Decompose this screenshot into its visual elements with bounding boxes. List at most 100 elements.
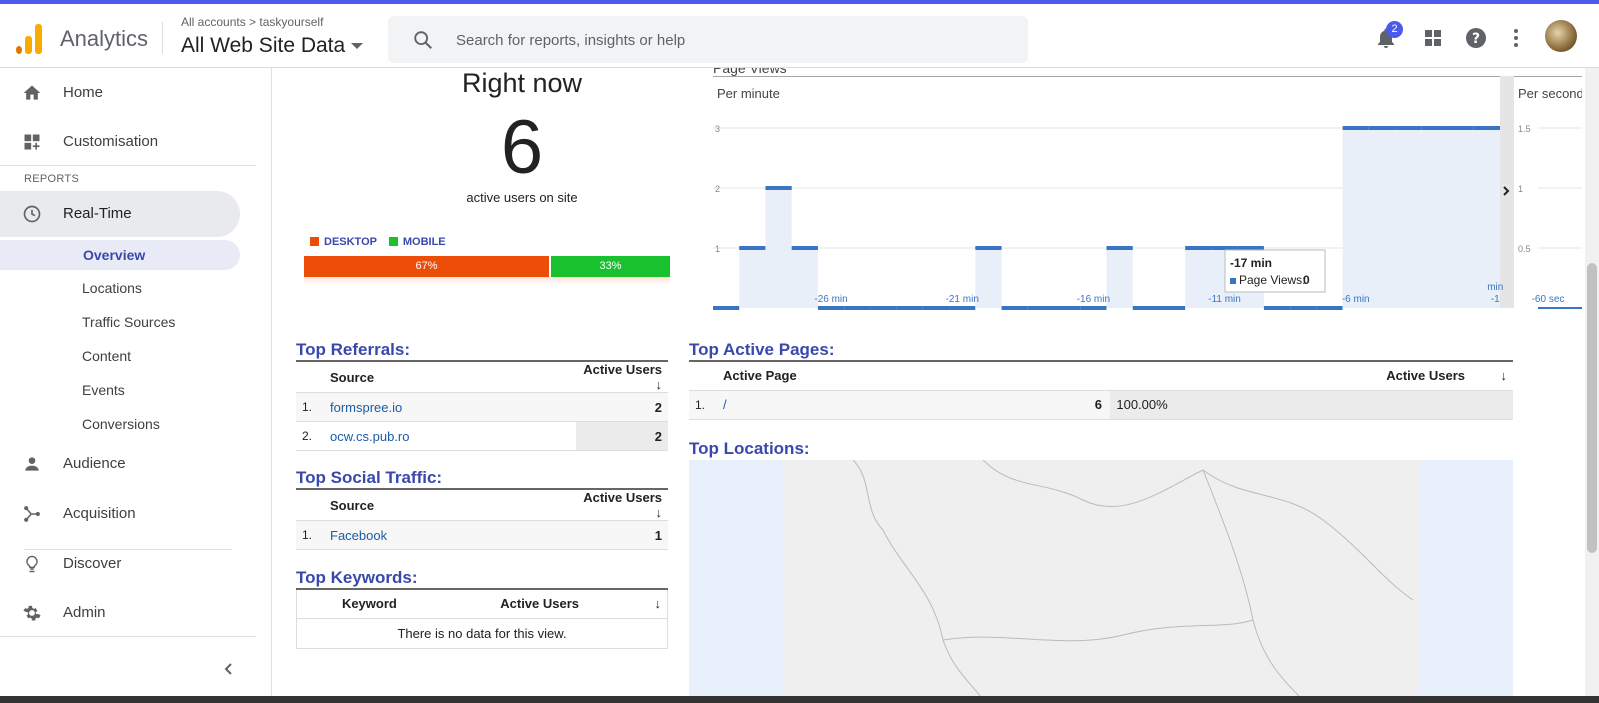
search-input[interactable]	[456, 28, 996, 52]
chevron-left-icon[interactable]	[222, 662, 236, 676]
locations-map[interactable]	[689, 459, 1513, 696]
minute-bar	[1473, 126, 1500, 130]
gear-icon	[23, 605, 41, 621]
y-tick-label: 1	[715, 244, 720, 254]
sidebar-item-audience[interactable]: Audience	[0, 441, 240, 487]
row-value: 1	[576, 520, 668, 550]
scrollbar[interactable]	[1585, 68, 1599, 696]
sidebar-item-discover[interactable]: Discover	[0, 541, 240, 587]
desktop-share[interactable]: 67%	[304, 256, 549, 277]
col-active-users[interactable]: Active Users	[1086, 361, 1493, 391]
y-tick-label: 1.5	[1518, 124, 1531, 134]
row-value: 2	[576, 421, 668, 451]
avatar[interactable]	[1545, 20, 1577, 52]
property-selector[interactable]: All Web Site Data	[181, 34, 364, 58]
minute-bar	[922, 306, 950, 310]
row-index: 1.	[689, 390, 717, 420]
main-content: Right now 6 active users on site DESKTOP…	[272, 68, 1582, 696]
lightbulb-icon	[26, 555, 38, 573]
social-link[interactable]: Facebook	[330, 528, 387, 543]
minute-bar	[791, 246, 818, 250]
y-tick-label: 2	[715, 184, 720, 194]
top-keywords-title: Top Keywords:	[296, 568, 418, 587]
page-link[interactable]: /	[723, 397, 727, 412]
device-share-bar: 67% 33%	[304, 256, 670, 277]
row-value: 2	[576, 392, 668, 422]
minute-bar-fill	[765, 188, 792, 308]
mobile-swatch	[388, 237, 398, 246]
sidebar-item-home[interactable]: Home	[0, 70, 240, 116]
sidebar-item-label: Acquisition	[63, 505, 136, 522]
sidebar-item-acquisition[interactable]: Acquisition	[0, 491, 240, 537]
minute-bar	[1185, 246, 1212, 250]
apps-grid-icon[interactable]	[1421, 26, 1445, 50]
minute-bar-fill	[1473, 128, 1500, 308]
tooltip-label: Page Views:	[1239, 273, 1306, 287]
col-active-users-label: Active Users	[583, 490, 662, 505]
sidebar-sub-conversions[interactable]: Conversions	[82, 409, 160, 439]
arrow-down-icon[interactable]: ↓	[1493, 361, 1513, 391]
minute-bar	[1237, 246, 1264, 250]
help-icon[interactable]: ?	[1464, 26, 1488, 50]
minute-bar	[1368, 126, 1396, 130]
minute-bar	[1106, 246, 1133, 250]
minute-bar	[949, 306, 976, 310]
arrow-down-icon: ↓	[655, 505, 663, 520]
breadcrumb-account[interactable]: taskyourself	[259, 15, 323, 29]
sidebar-item-customisation[interactable]: Customisation	[0, 119, 240, 165]
arrow-down-icon: ↓	[655, 377, 663, 392]
property-name: All Web Site Data	[181, 34, 346, 57]
search-box[interactable]	[388, 16, 1028, 63]
minute-bar	[1290, 306, 1317, 310]
breadcrumb-separator: >	[249, 15, 257, 29]
analytics-logo-icon[interactable]	[16, 24, 42, 54]
col-active-users[interactable]: Active Users	[441, 589, 638, 619]
sidebar-item-label: Audience	[63, 455, 126, 472]
sidebar-sub-overview[interactable]: Overview	[0, 240, 240, 270]
minute-bar-fill	[975, 248, 1002, 308]
breadcrumb-all-accounts[interactable]: All accounts	[181, 15, 246, 29]
sidebar-item-realtime[interactable]: Real-Time	[0, 191, 240, 237]
legend-desktop: DESKTOP	[324, 236, 377, 248]
minute-bar-fill	[1395, 128, 1422, 308]
col-active-users[interactable]: Active Users ↓	[576, 361, 668, 393]
minute-bar	[1027, 306, 1055, 310]
col-active-users[interactable]: Active Users ↓	[576, 489, 668, 521]
col-active-users-label: Active Users	[583, 362, 662, 377]
sidebar: Home Customisation REPORTS Real-Time Ove…	[0, 68, 272, 696]
top-social-title: Top Social Traffic:	[296, 468, 443, 487]
referral-link[interactable]: formspree.io	[330, 400, 402, 415]
active-users-subtitle: active users on site	[466, 190, 578, 205]
minute-bar	[817, 306, 845, 310]
sidebar-item-label: Home	[63, 84, 104, 101]
minute-bar	[765, 186, 792, 190]
right-now-title: Right now	[461, 68, 583, 98]
map-borders	[852, 459, 1414, 696]
tooltip-title: -17 min	[1230, 256, 1272, 270]
col-source: Source	[324, 489, 576, 521]
scrollbar-thumb[interactable]	[1587, 263, 1597, 553]
sidebar-sub-content[interactable]: Content	[82, 341, 131, 371]
mobile-share[interactable]: 33%	[551, 256, 670, 277]
minute-bar-fill	[1421, 128, 1448, 308]
header-divider	[162, 22, 163, 54]
brand-name: Analytics	[60, 26, 149, 51]
per-minute-bars: 3 2 1 -26 min -21 min -16 min -11 min -6 min min…	[713, 124, 1503, 310]
row-index: 1.	[296, 520, 324, 550]
minute-bar	[1316, 306, 1343, 310]
more-vert-icon[interactable]	[1504, 26, 1528, 50]
minute-bar	[844, 306, 871, 310]
referral-link[interactable]: ocw.cs.pub.ro	[330, 429, 410, 444]
sidebar-sub-events[interactable]: Events	[82, 375, 125, 405]
sidebar-sub-traffic-sources[interactable]: Traffic Sources	[82, 307, 175, 337]
minute-bar	[1080, 306, 1107, 310]
arrow-down-icon[interactable]: ↓	[637, 589, 668, 619]
sidebar-item-admin[interactable]: Admin	[0, 590, 240, 636]
sidebar-sub-locations[interactable]: Locations	[82, 273, 142, 303]
svg-text:?: ?	[1472, 31, 1480, 47]
breadcrumb[interactable]: All accounts > taskyourself	[181, 15, 323, 29]
x-tick-label: -6 min	[1342, 294, 1370, 305]
x-tick-label: -21 min	[946, 294, 979, 305]
x-tick-label: -60 sec	[1532, 294, 1565, 305]
sidebar-divider	[0, 636, 256, 637]
